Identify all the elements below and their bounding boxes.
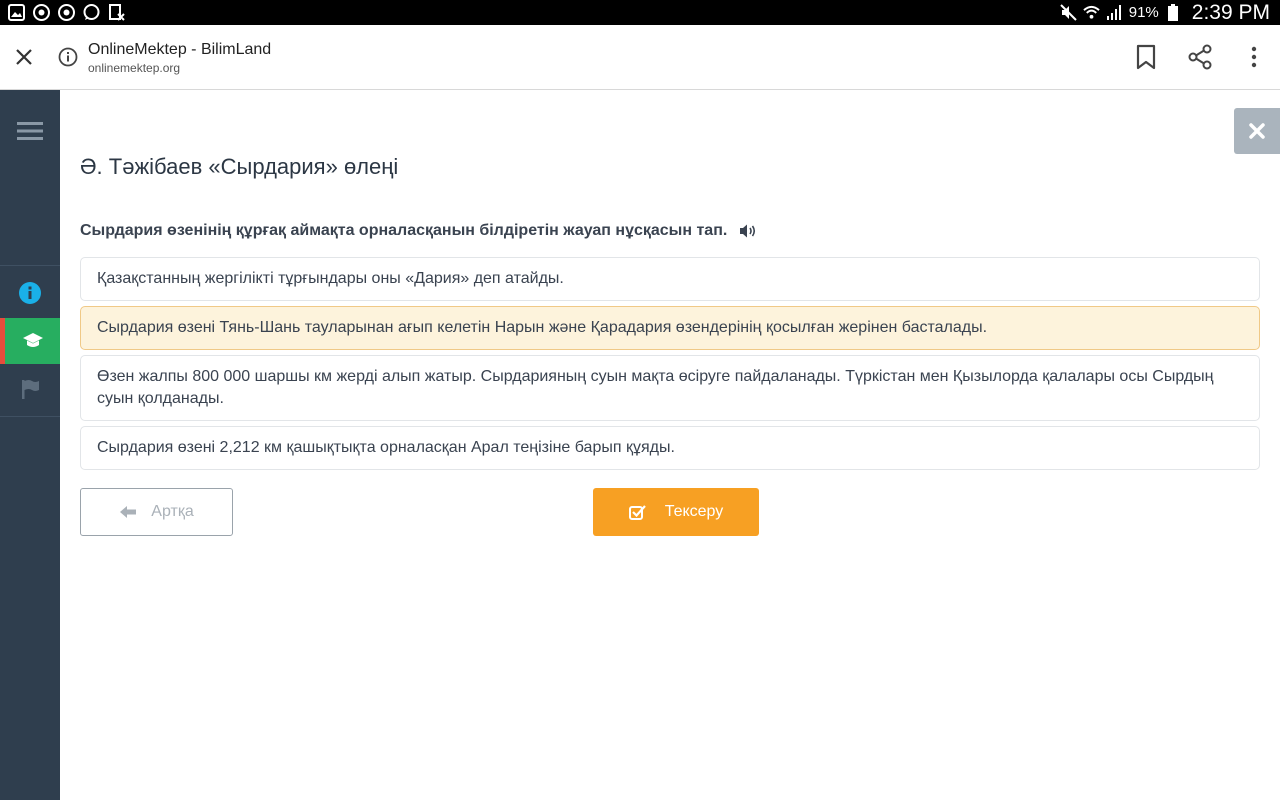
lesson-content: Ә. Тәжібаев «Сырдария» өлеңі Сырдария өз… <box>60 90 1280 800</box>
question-text: Сырдария өзенінің құрғақ аймақта орналас… <box>80 222 728 239</box>
graduation-cap-icon <box>22 333 43 347</box>
arrow-left-icon <box>120 506 137 518</box>
browser-actions <box>1132 43 1268 71</box>
notification-icons <box>8 4 125 21</box>
sidebar-item-lesson[interactable] <box>0 318 60 364</box>
chrome-icon <box>58 4 75 21</box>
more-options-icon[interactable] <box>1240 43 1268 71</box>
flag-icon <box>22 380 39 399</box>
back-button-label: Артқа <box>151 503 194 520</box>
site-url: onlinemektep.org <box>88 61 181 75</box>
sidebar-item-flag[interactable] <box>0 366 60 412</box>
site-title: OnlineMektep - BilimLand <box>88 41 272 58</box>
answer-option[interactable]: Сырдария өзені 2,212 км қашықтықта орнал… <box>80 426 1260 470</box>
mute-icon <box>1060 4 1077 21</box>
question: Сырдария өзенінің құрғақ аймақта орналас… <box>80 222 757 240</box>
answer-option[interactable]: Қазақстанның жергілікті тұрғындары оны «… <box>80 257 1260 301</box>
sheet-icon <box>108 4 125 21</box>
wifi-icon <box>1083 4 1100 21</box>
page-title: Ә. Тәжібаев «Сырдария» өлеңі <box>80 154 399 179</box>
sidebar-divider <box>0 265 60 266</box>
whatsapp-icon <box>83 4 100 21</box>
signal-icon <box>1106 4 1123 21</box>
gallery-icon <box>8 4 25 21</box>
battery-percent: 91% <box>1128 4 1159 21</box>
close-tab-icon[interactable] <box>12 45 36 69</box>
sidebar-divider <box>0 416 60 417</box>
check-button-label: Тексеру <box>664 503 724 520</box>
status-bar: 91% 2:39 PM <box>0 0 1280 25</box>
clock: 2:39 PM <box>1191 0 1270 24</box>
sidebar <box>0 90 60 800</box>
speaker-icon[interactable] <box>739 223 757 239</box>
system-status: 91% 2:39 PM <box>1060 1 1270 25</box>
bookmark-icon[interactable] <box>1132 43 1160 71</box>
close-icon <box>1249 123 1265 139</box>
browser-toolbar: OnlineMektep - BilimLand onlinemektep.or… <box>0 25 1280 90</box>
site-info-icon[interactable] <box>58 47 78 67</box>
sidebar-item-info[interactable] <box>0 270 60 316</box>
hamburger-menu-icon[interactable] <box>17 120 43 142</box>
answer-option[interactable]: Өзен жалпы 800 000 шаршы км жерді алып ж… <box>80 355 1260 421</box>
checkbox-icon <box>628 504 646 520</box>
info-icon <box>19 282 41 304</box>
answer-option-selected[interactable]: Сырдария өзені Тянь-Шань тауларынан ағып… <box>80 306 1260 350</box>
share-icon[interactable] <box>1186 43 1214 71</box>
chrome-icon <box>33 4 50 21</box>
check-button[interactable]: Тексеру <box>593 488 759 536</box>
back-button[interactable]: Артқа <box>80 488 233 536</box>
answer-options: Қазақстанның жергілікті тұрғындары оны «… <box>80 257 1260 475</box>
battery-icon <box>1165 4 1182 21</box>
close-lesson-button[interactable] <box>1234 108 1280 154</box>
